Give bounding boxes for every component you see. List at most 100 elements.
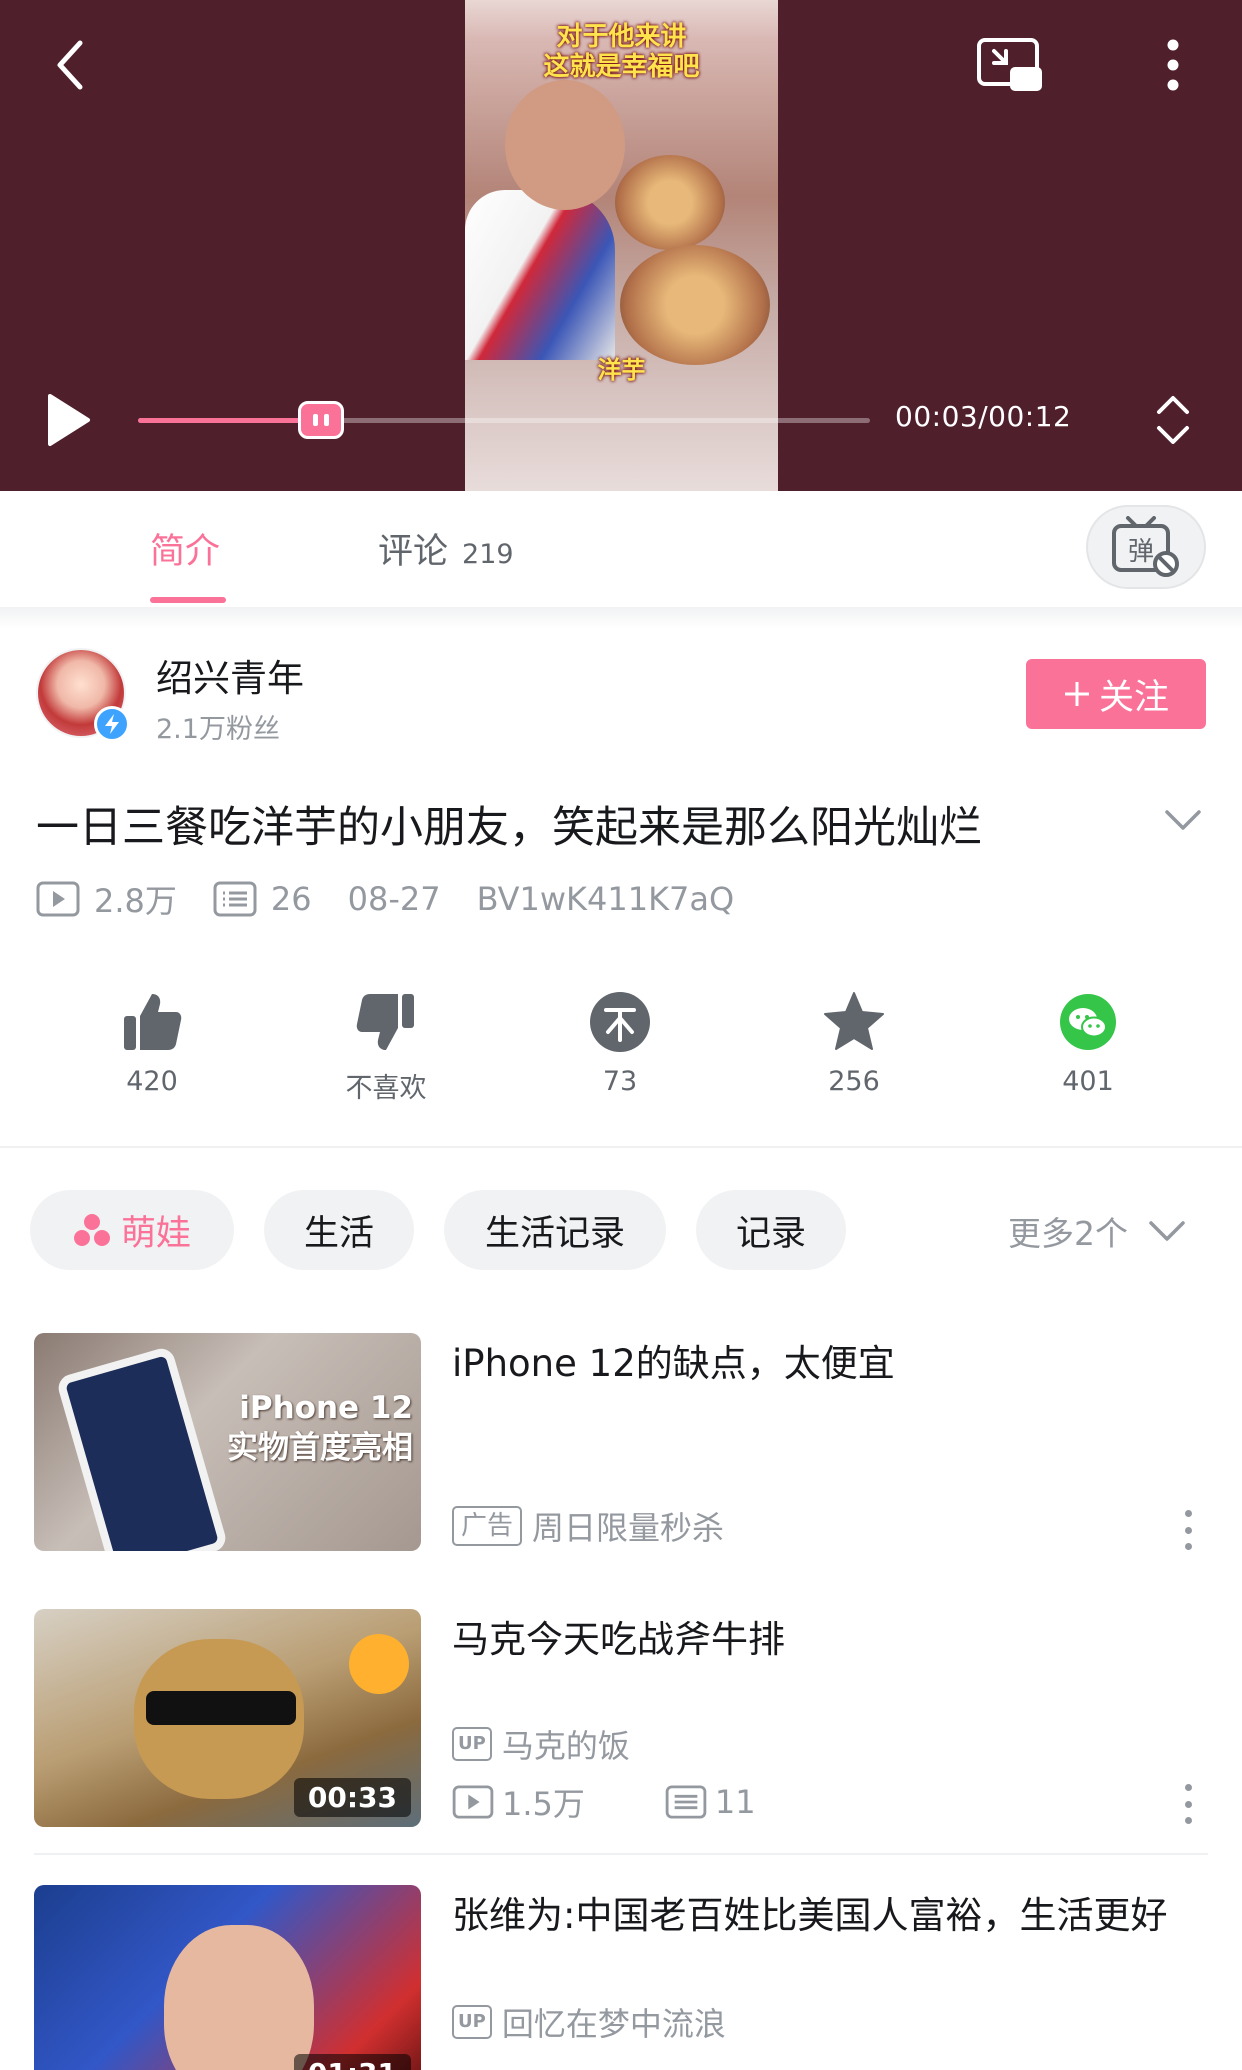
danmaku-stat: 26 xyxy=(213,880,312,918)
tab-comments[interactable]: 评论 219 xyxy=(378,523,514,574)
item-more-button[interactable] xyxy=(1178,1784,1198,1824)
tag-record[interactable]: 记录 xyxy=(696,1190,846,1270)
frame-bowl xyxy=(615,155,725,250)
sunglasses-illustration xyxy=(146,1691,296,1725)
publish-date: 08-27 xyxy=(347,880,441,918)
frame-figure-head xyxy=(505,80,625,210)
video-bvid: BV1wK411K7aQ xyxy=(476,880,735,918)
ad-info: 广告 周日限量秒杀 xyxy=(452,1503,724,1549)
up-badge: UP xyxy=(452,2005,492,2039)
recommended-item[interactable]: 00:33 马克今天吃战斧牛排 UP 马克的饭 1.5万 11 xyxy=(34,1609,1208,1829)
expand-description-button[interactable] xyxy=(1163,800,1203,840)
follow-label: 关注 xyxy=(1098,677,1169,718)
frame-bowl xyxy=(620,245,770,365)
dislike-button[interactable]: 不喜欢 xyxy=(306,990,466,1105)
danmaku-stat: 11 xyxy=(665,1783,756,1821)
author-name: 马克的饭 xyxy=(501,1727,630,1765)
video-player[interactable]: 对于他来讲 这就是幸福吧 洋芋 00:03/00:12 xyxy=(0,0,1242,491)
phone-illustration xyxy=(55,1345,229,1551)
up-badge: UP xyxy=(452,1727,492,1761)
recommended-title: 张维为:中国老百姓比美国人富裕，生活更好 xyxy=(452,1894,1168,1937)
cast-button[interactable] xyxy=(975,35,1045,95)
thumbs-up-icon xyxy=(124,994,182,1050)
coin-button[interactable]: 73 xyxy=(540,990,700,1097)
recommended-title: iPhone 12的缺点，太便宜 xyxy=(452,1342,895,1385)
item-stats: 1.5万 11 xyxy=(452,1779,836,1825)
tab-intro-underline xyxy=(150,597,226,603)
uploader-name[interactable]: 绍兴青年 xyxy=(156,648,304,702)
tag-life-record[interactable]: 生活记录 xyxy=(444,1190,666,1270)
more-vertical-icon xyxy=(1167,39,1179,91)
fullscreen-button[interactable] xyxy=(1150,390,1195,450)
follow-button[interactable]: 关注 xyxy=(1026,659,1206,729)
like-button[interactable]: 420 xyxy=(72,990,232,1097)
danmaku-off-icon: 弹 xyxy=(1112,516,1179,577)
recommended-item[interactable]: 01:31 张维为:中国老百姓比美国人富裕，生活更好 UP 回忆在梦中流浪 xyxy=(34,1885,1208,2070)
ad-badge: 广告 xyxy=(452,1506,523,1546)
progress-bar[interactable] xyxy=(138,401,870,439)
uploader-fans: 2.1万粉丝 xyxy=(156,714,280,745)
svg-text:弹: 弹 xyxy=(1128,537,1154,567)
tab-bar: 简介 评论 219 弹 xyxy=(0,491,1242,607)
video-duration: 01:31 xyxy=(293,2054,411,2070)
author-info: UP 马克的饭 xyxy=(452,1721,630,1767)
tag-life[interactable]: 生活 xyxy=(264,1190,414,1270)
views-count: 2.8万 xyxy=(94,882,177,920)
plus-icon xyxy=(1064,682,1089,706)
item-more-button[interactable] xyxy=(1178,1510,1198,1550)
views-stat: 2.8万 xyxy=(36,876,177,922)
play-count-icon xyxy=(452,1785,494,1819)
share-button[interactable]: 401 xyxy=(1008,990,1168,1097)
channel-icon xyxy=(73,1214,110,1246)
author-name: 回忆在梦中流浪 xyxy=(501,2005,726,2043)
frame-caption-top: 对于他来讲 这就是幸福吧 xyxy=(543,22,700,82)
verified-badge-icon xyxy=(94,706,130,742)
frame-figure xyxy=(465,190,615,360)
play-button[interactable] xyxy=(40,390,96,450)
progress-fill xyxy=(138,418,321,423)
play-icon xyxy=(48,394,90,446)
sun-illustration xyxy=(349,1634,409,1694)
author-info: UP 回忆在梦中流浪 xyxy=(452,1999,726,2045)
ad-subtitle: 周日限量秒杀 xyxy=(532,1509,725,1547)
favorite-count: 256 xyxy=(828,1066,880,1097)
tab-intro[interactable]: 简介 xyxy=(150,523,220,574)
chevron-down-icon xyxy=(1149,1221,1185,1241)
danmaku-count: 26 xyxy=(270,880,312,918)
video-title: 一日三餐吃洋芋的小朋友，笑起来是那么阳光灿烂 xyxy=(36,803,982,853)
divider xyxy=(34,1853,1208,1855)
star-icon xyxy=(824,992,884,1050)
thumbnail-text: iPhone 12 实物首度亮相 xyxy=(227,1390,413,1466)
more-tags-label: 更多2个 xyxy=(1008,1214,1128,1253)
section-divider xyxy=(0,607,1242,629)
video-thumbnail: 00:33 xyxy=(34,1609,421,1827)
action-bar: 420 不喜欢 73 256 401 xyxy=(0,990,1242,1110)
more-button[interactable] xyxy=(1155,35,1191,95)
danmaku-toggle-button[interactable]: 弹 xyxy=(1086,505,1206,589)
more-tags-button[interactable]: 更多2个 xyxy=(1008,1207,1186,1255)
video-thumbnail: 01:31 xyxy=(34,1885,421,2070)
wechat-icon xyxy=(1060,994,1116,1050)
progress-thumb[interactable] xyxy=(298,401,344,439)
recommended-item-ad[interactable]: iPhone 12 实物首度亮相 iPhone 12的缺点，太便宜 广告 周日限… xyxy=(34,1333,1208,1553)
share-count: 401 xyxy=(1062,1066,1114,1097)
video-thumbnail: iPhone 12 实物首度亮相 xyxy=(34,1333,421,1551)
tag-cute-kid[interactable]: 萌娃 xyxy=(30,1190,234,1270)
frame-caption-bottom: 洋芋 xyxy=(597,356,646,384)
person-illustration xyxy=(164,1925,314,2070)
chevron-down-icon xyxy=(1165,810,1201,830)
favorite-button[interactable]: 256 xyxy=(774,990,934,1097)
fullscreen-icon xyxy=(1156,396,1189,444)
play-count-icon xyxy=(36,881,80,917)
danmaku-count-icon xyxy=(213,881,257,917)
coin-count: 73 xyxy=(602,1066,638,1097)
back-icon xyxy=(57,40,83,90)
back-button[interactable] xyxy=(40,30,100,100)
coin-icon xyxy=(590,992,650,1052)
tab-comments-label: 评论 xyxy=(378,532,449,572)
video-meta: 2.8万 26 08-27 BV1wK411K7aQ xyxy=(36,876,770,922)
video-duration: 00:33 xyxy=(293,1778,411,1817)
danmaku-count-icon xyxy=(665,1785,707,1819)
cast-icon xyxy=(977,38,1042,91)
like-count: 420 xyxy=(126,1066,178,1097)
